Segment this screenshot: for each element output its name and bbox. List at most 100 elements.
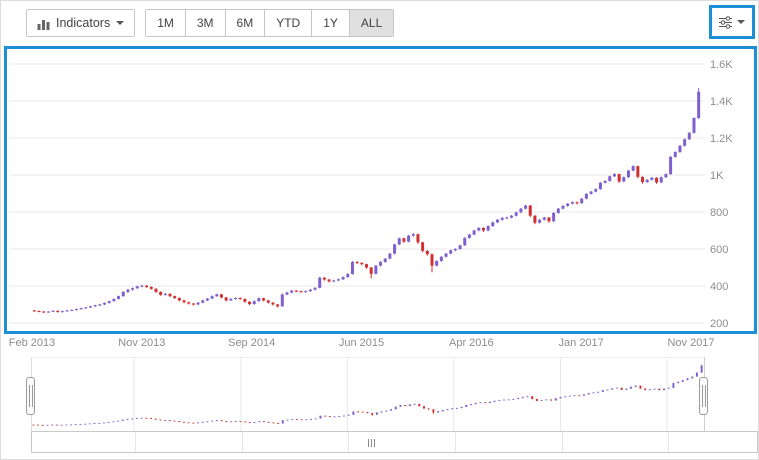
period-button-all[interactable]: ALL	[350, 10, 393, 36]
candle	[159, 420, 161, 421]
candle	[393, 244, 396, 253]
candle	[445, 254, 448, 257]
candle	[625, 389, 627, 390]
candle	[334, 417, 336, 418]
candle	[505, 218, 508, 219]
candle	[211, 296, 214, 298]
candle	[412, 234, 415, 235]
candle	[654, 389, 656, 390]
candle	[183, 422, 185, 423]
candle	[122, 420, 124, 421]
candle	[390, 409, 392, 410]
period-button-3m[interactable]: 3M	[186, 10, 226, 36]
candle	[547, 218, 550, 222]
candlestick-chart[interactable]: 2004006008001K1.2K1.4K1.6K	[7, 49, 754, 331]
navigator-scrollbar[interactable]	[31, 431, 758, 453]
candle	[583, 394, 585, 395]
candle	[437, 411, 439, 412]
candle	[42, 425, 44, 426]
candle	[590, 192, 593, 194]
candle	[290, 291, 293, 293]
candle	[248, 302, 251, 304]
indicators-button[interactable]: Indicators	[26, 9, 135, 37]
period-button-1m[interactable]: 1M	[146, 10, 186, 36]
candle	[487, 226, 490, 230]
candle	[599, 183, 602, 189]
candle	[291, 419, 293, 420]
candle	[517, 398, 519, 399]
candle	[267, 300, 270, 302]
candle	[61, 311, 64, 312]
candle	[296, 419, 298, 420]
candle	[103, 423, 105, 424]
candle	[33, 310, 36, 311]
candle	[608, 176, 611, 181]
candle	[348, 415, 350, 416]
candle	[192, 423, 194, 424]
candle	[206, 421, 208, 422]
period-button-6m[interactable]: 6M	[226, 10, 266, 36]
candle	[117, 421, 119, 422]
candle	[263, 421, 265, 422]
candle	[187, 302, 190, 303]
scrollbar-gridline	[348, 432, 349, 452]
scrollbar-gridline	[562, 432, 563, 452]
scrollbar-gridline	[135, 432, 136, 452]
candle	[678, 146, 681, 152]
candle	[398, 238, 401, 244]
candle	[536, 399, 538, 401]
candle	[585, 194, 588, 199]
candle	[367, 412, 369, 413]
candle	[388, 254, 391, 259]
candle	[677, 382, 679, 383]
candle	[173, 296, 176, 298]
scrollbar-grip[interactable]	[368, 439, 375, 447]
y-axis-label: 600	[710, 244, 728, 256]
y-axis-label: 800	[710, 207, 728, 219]
chart-settings-button[interactable]	[713, 9, 751, 35]
candle	[468, 235, 471, 238]
candle	[607, 390, 609, 391]
candle	[409, 404, 411, 406]
candle	[249, 422, 251, 423]
candle	[89, 306, 92, 307]
candle	[342, 277, 345, 279]
candle	[691, 377, 693, 379]
candle	[484, 402, 486, 403]
candle	[230, 422, 232, 423]
candle	[131, 419, 133, 420]
period-selector: 1M3M6MYTD1YALL	[145, 9, 394, 37]
navigator-right-handle[interactable]	[699, 377, 708, 415]
candle	[697, 92, 700, 118]
candle	[136, 286, 139, 288]
candle	[688, 133, 691, 139]
candle	[324, 416, 326, 417]
candle	[459, 245, 462, 249]
candle	[272, 423, 274, 424]
x-axis: Feb 2013Nov 2013Sep 2014Jun 2015Apr 2016…	[4, 337, 757, 351]
candle	[282, 420, 284, 423]
candle	[627, 171, 630, 178]
candle	[98, 423, 100, 424]
candle	[477, 228, 480, 231]
indicators-label: Indicators	[56, 16, 110, 30]
candle	[475, 403, 477, 404]
candle	[301, 419, 303, 420]
candle	[527, 396, 529, 397]
candle	[557, 209, 560, 213]
candle	[239, 421, 241, 422]
candle	[314, 288, 317, 290]
candle	[164, 420, 166, 421]
candle	[555, 398, 557, 400]
candle	[491, 222, 494, 226]
candle	[84, 424, 86, 425]
candle	[426, 251, 429, 254]
period-button-1y[interactable]: 1Y	[312, 10, 350, 36]
candle	[470, 404, 472, 405]
navigator-left-handle[interactable]	[26, 377, 35, 415]
candle	[489, 402, 491, 403]
highlight-box-main-chart: 2004006008001K1.2K1.4K1.6K	[4, 46, 757, 334]
period-button-ytd[interactable]: YTD	[265, 10, 312, 36]
navigator-preview-chart[interactable]	[31, 357, 704, 431]
candle	[479, 402, 481, 403]
